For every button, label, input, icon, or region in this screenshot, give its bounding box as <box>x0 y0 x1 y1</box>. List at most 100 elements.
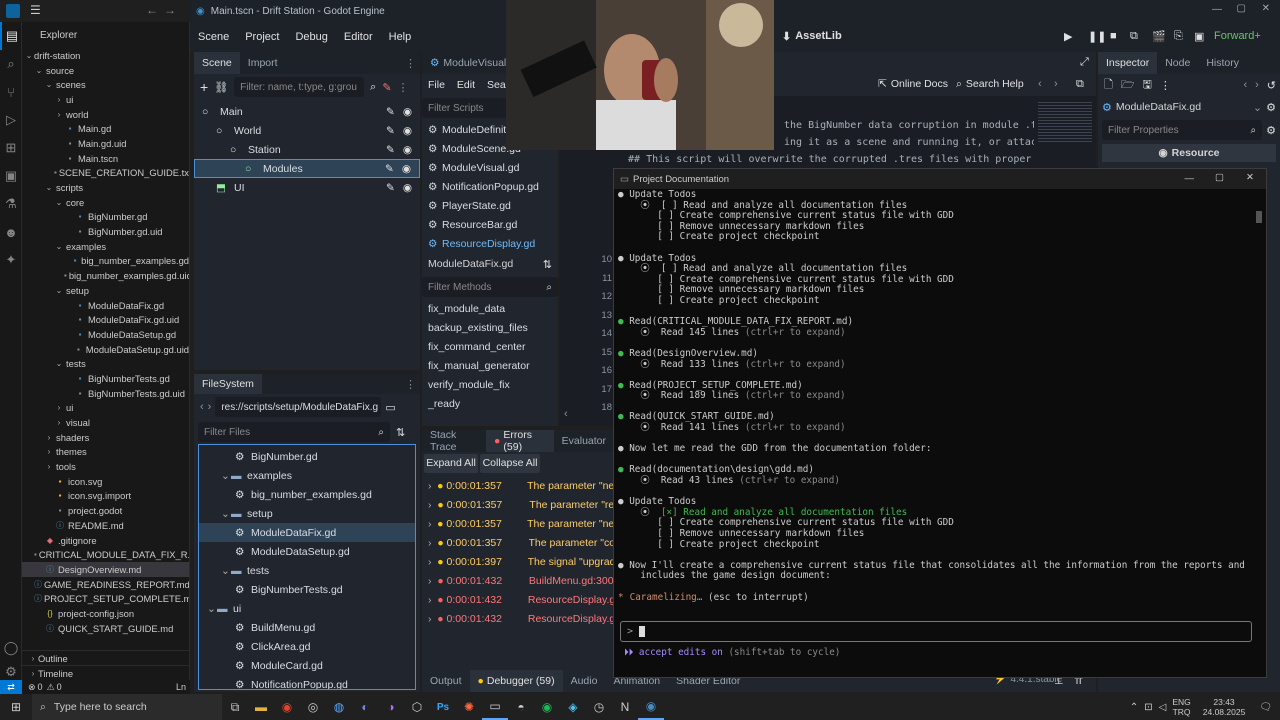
chevron-right-icon[interactable]: › <box>1255 79 1259 91</box>
method-item[interactable]: _ready <box>428 394 558 413</box>
error-row[interactable]: › ● 0:00:01:432 BuildMenu.gd:300 ( <box>428 571 614 590</box>
photoshop-icon[interactable]: Ps <box>430 694 456 720</box>
menu-debug[interactable]: Debug <box>287 31 335 43</box>
tree-folder[interactable]: ⌄ core <box>22 195 189 210</box>
tree-folder[interactable]: ⌄ examples <box>22 239 189 254</box>
error-row[interactable]: › ● 0:00:01:357 The parameter "res <box>428 495 614 514</box>
play-custom-icon[interactable]: ⎘ <box>1174 30 1183 43</box>
task-view-icon[interactable]: ⧉ <box>222 694 248 720</box>
fs-file[interactable]: ⚙ BigNumber.gd <box>199 447 415 466</box>
tree-file[interactable]: ▪ Main.gd.uid <box>22 136 189 151</box>
chevron-left-icon[interactable]: ‹ <box>1038 78 1042 90</box>
float-window-icon[interactable]: ⧉ <box>1076 78 1084 91</box>
clock[interactable]: 23:43 24.08.2025 <box>1203 697 1246 717</box>
renderer-selector[interactable]: Forward+ <box>1214 30 1261 42</box>
back-arrow-icon[interactable]: ← <box>146 3 158 17</box>
script-icon[interactable]: ✎ <box>386 106 395 118</box>
inspector-tab[interactable]: Inspector <box>1098 52 1158 74</box>
chevron-right-icon[interactable]: › <box>1054 78 1058 90</box>
tree-folder[interactable]: › themes <box>22 445 189 460</box>
scene-node[interactable]: ○ Station ✎ ◉ <box>194 140 420 159</box>
kebab-icon[interactable]: ⋮ <box>405 378 416 391</box>
forward-arrow-icon[interactable]: → <box>164 3 176 17</box>
tree-file[interactable]: ▪ ModuleDataSetup.gd <box>22 327 189 342</box>
debug-tab[interactable]: ● Errors (59) <box>486 429 554 453</box>
tree-file[interactable]: ▪ BigNumber.gd.uid <box>22 224 189 239</box>
chevron-left-icon[interactable]: ‹ <box>564 408 568 420</box>
status-errors[interactable]: 0 <box>38 682 43 692</box>
filter-search-icon[interactable]: ⌕ <box>370 81 376 94</box>
sort-icon[interactable]: ⇅ <box>396 426 405 439</box>
tab-scene[interactable]: Scene <box>194 52 240 74</box>
script-item[interactable]: ⚙ NotificationPopup.gd <box>428 177 558 196</box>
tree-file[interactable]: ⓘ README.md <box>22 518 189 533</box>
error-row[interactable]: › ● 0:00:01:397 The signal "upgrade <box>428 552 614 571</box>
extensions-icon[interactable]: ⊞ <box>0 134 22 162</box>
outline-section[interactable]: › Outline <box>22 650 190 665</box>
tree-folder[interactable]: › shaders <box>22 430 189 445</box>
kebab-icon[interactable]: ⋮ <box>398 81 409 94</box>
method-item[interactable]: verify_module_fix <box>428 375 558 394</box>
error-row[interactable]: › ● 0:00:01:357 The parameter "new <box>428 514 614 533</box>
bottom-tab[interactable]: Output <box>422 670 470 692</box>
tree-file[interactable]: ▪ project.godot <box>22 503 189 518</box>
expand-all-button[interactable]: Expand All <box>424 453 478 473</box>
inspector-tab[interactable]: Node <box>1157 52 1198 74</box>
script-menu-file[interactable]: File <box>422 79 451 91</box>
settings-icon[interactable]: ⚙ <box>1266 124 1276 137</box>
fs-file[interactable]: ⚙ ModuleDataFix.gd <box>199 523 415 542</box>
tree-file[interactable]: ⓘ GAME_READINESS_REPORT.md <box>22 577 189 592</box>
kebab-icon[interactable]: ⋮ <box>1160 79 1171 92</box>
notion-icon[interactable]: N <box>612 694 638 720</box>
discord-icon[interactable]: ◐ <box>352 694 378 720</box>
testing-icon[interactable]: ⚗ <box>0 190 22 218</box>
tree-file[interactable]: ▪ icon.svg <box>22 474 189 489</box>
tree-file[interactable]: ▪ icon.svg.import <box>22 489 189 504</box>
tree-folder[interactable]: ⌄ tests <box>22 356 189 371</box>
tree-folder[interactable]: › tools <box>22 459 189 474</box>
terminal-icon[interactable]: ▭ <box>482 694 508 720</box>
menu-icon[interactable]: ☰ <box>30 3 41 17</box>
remote-debug-icon[interactable]: ⧉ <box>1130 30 1138 43</box>
tree-file[interactable]: ◆ .gitignore <box>22 533 189 548</box>
method-item[interactable]: fix_module_data <box>428 299 558 318</box>
error-row[interactable]: › ● 0:00:01:357 The parameter "new <box>428 476 614 495</box>
script-icon[interactable]: ✎ <box>386 125 395 137</box>
method-item[interactable]: fix_manual_generator <box>428 356 558 375</box>
play-scene-icon[interactable]: 🎬 <box>1152 30 1166 43</box>
history-icon[interactable]: ↺ <box>1267 79 1276 92</box>
status-ln[interactable]: Ln <box>176 682 186 692</box>
object-properties-icon[interactable]: ⚙ <box>1266 101 1276 114</box>
visibility-eye-icon[interactable]: ◉ <box>403 144 412 156</box>
menu-help[interactable]: Help <box>381 31 420 43</box>
steam-icon[interactable]: ◍ <box>326 694 352 720</box>
tree-file[interactable]: {} project-config.json <box>22 606 189 621</box>
script-attach-icon[interactable]: ✎ <box>382 81 391 94</box>
pause-icon[interactable]: ❚❚ <box>1088 30 1106 43</box>
debug-tab[interactable]: Stack Trace <box>422 429 486 453</box>
tree-root[interactable]: ⌄ drift-station <box>22 48 189 63</box>
run-debug-icon[interactable]: ▷ <box>0 106 22 134</box>
tree-folder[interactable]: ⌄ source <box>22 63 189 78</box>
visibility-eye-icon[interactable]: ◉ <box>403 182 412 194</box>
tree-folder[interactable]: ⌄ scripts <box>22 180 189 195</box>
collapse-all-button[interactable]: Collapse All <box>480 453 540 473</box>
error-row[interactable]: › ● 0:00:01:432 ResourceDisplay.gd <box>428 590 614 609</box>
tree-file[interactable]: ▪ CRITICAL_MODULE_DATA_FIX_R... <box>22 547 189 562</box>
remote-icon[interactable]: ▣ <box>0 162 22 190</box>
tree-file[interactable]: ▪ SCENE_CREATION_GUIDE.txt <box>22 166 189 181</box>
remote-indicator-icon[interactable]: ⇄ <box>0 680 22 694</box>
chevron-left-icon[interactable]: ‹ <box>200 401 204 413</box>
tree-folder[interactable]: › visual <box>22 415 189 430</box>
error-row[interactable]: › ● 0:00:01:357 The parameter "cos <box>428 533 614 552</box>
open-folder-icon[interactable]: 🗁 <box>1121 76 1135 95</box>
tree-folder[interactable]: ⌄ setup <box>22 283 189 298</box>
claude-icon[interactable]: ✺ <box>456 694 482 720</box>
new-resource-icon[interactable]: 🗋 <box>1104 76 1113 95</box>
tree-folder[interactable]: › ui <box>22 401 189 416</box>
inspector-tab[interactable]: History <box>1198 52 1247 74</box>
minimap[interactable] <box>1034 96 1096 168</box>
notifications-icon[interactable]: 🗨 <box>1259 702 1272 713</box>
timeline-section[interactable]: › Timeline <box>22 665 190 680</box>
robot-icon[interactable]: ☻ <box>0 218 22 246</box>
